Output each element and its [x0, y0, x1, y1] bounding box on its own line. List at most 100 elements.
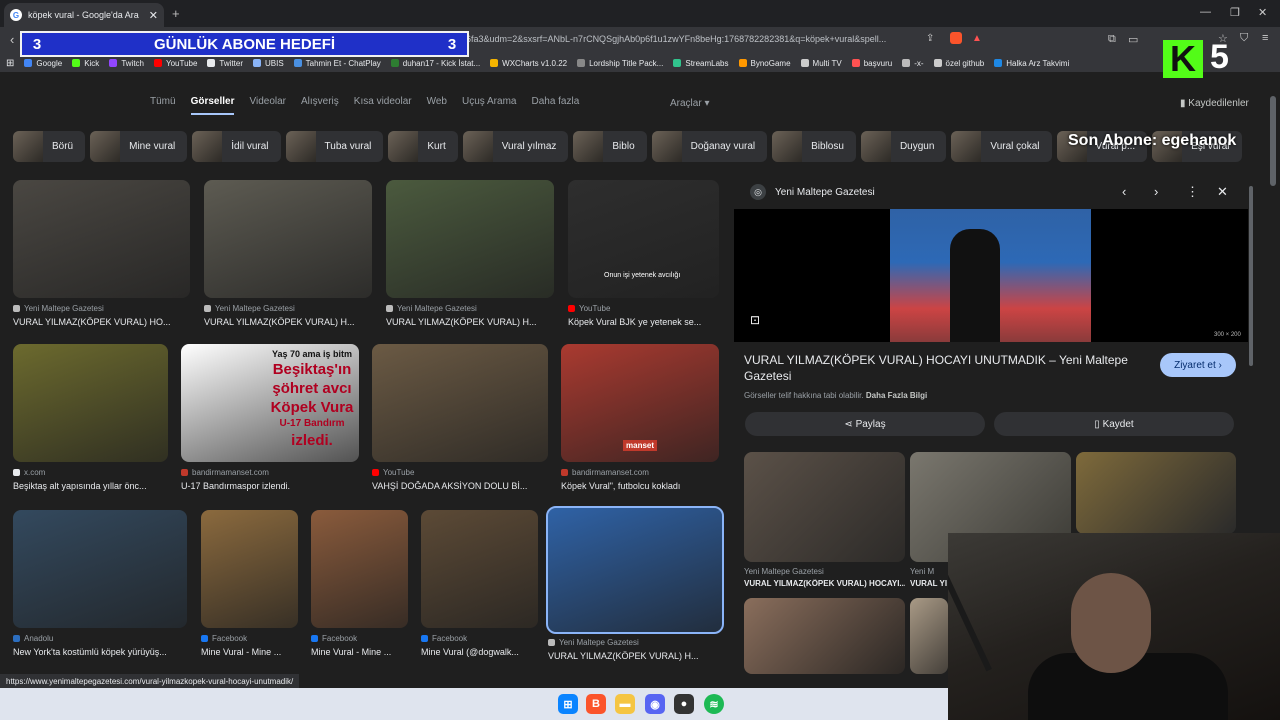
- image-result[interactable]: Yeni Maltepe Gazetesi VURAL YILMAZ(KÖPEK …: [13, 180, 190, 327]
- result-thumbnail[interactable]: [546, 506, 724, 634]
- close-window-icon[interactable]: ✕: [1258, 6, 1267, 19]
- obs-icon[interactable]: ●: [674, 694, 694, 714]
- vpn-shield-icon[interactable]: ⛉: [1240, 32, 1248, 45]
- panel-title[interactable]: VURAL YILMAZ(KÖPEK VURAL) HOCAYI UNUTMAD…: [744, 352, 1144, 384]
- preview-image[interactable]: [890, 209, 1091, 342]
- related-chip[interactable]: Vural çokal: [951, 131, 1052, 162]
- related-chip[interactable]: Biblosu: [772, 131, 856, 162]
- file-explorer-icon[interactable]: ▬: [615, 694, 635, 714]
- bookmark-item[interactable]: UBIS: [252, 59, 284, 68]
- search-tab[interactable]: Web: [427, 96, 447, 115]
- image-result[interactable]: Yaş 70 ama iş bitm Beşiktaş'ın şöhret avcı…: [181, 344, 359, 491]
- sidebar-icon[interactable]: ▭: [1128, 33, 1138, 46]
- more-options-icon[interactable]: ⋮: [1186, 184, 1199, 200]
- search-tab[interactable]: Alışveriş: [301, 96, 339, 115]
- brave-shield-icon[interactable]: [950, 32, 962, 44]
- bookmark-item[interactable]: Google: [24, 59, 62, 68]
- result-title[interactable]: New York'ta kostümlü köpek yürüyüş...: [13, 647, 187, 657]
- panel-source[interactable]: ◎ Yeni Maltepe Gazetesi: [750, 184, 875, 200]
- search-tab[interactable]: Daha fazla: [531, 96, 579, 115]
- result-thumbnail[interactable]: [204, 180, 372, 298]
- bookmark-item[interactable]: Halka Arz Takvimi: [994, 59, 1069, 68]
- related-chip[interactable]: Börü: [13, 131, 86, 162]
- related-chip[interactable]: Duygun: [860, 131, 947, 162]
- image-result[interactable]: Facebook Mine Vural (@dogwalk...: [421, 510, 538, 657]
- related-image[interactable]: Yeni Maltepe Gazetesi VURAL YILMAZ(KÖPEK…: [744, 452, 905, 588]
- bookmark-item[interactable]: -x-: [902, 59, 924, 68]
- result-title[interactable]: VURAL YILMAZ(KÖPEK VURAL) HO...: [13, 317, 190, 327]
- image-result[interactable]: Facebook Mine Vural - Mine ...: [311, 510, 408, 657]
- result-thumbnail[interactable]: Yaş 70 ama iş bitm Beşiktaş'ın şöhret avcı…: [181, 344, 359, 462]
- extensions-icon[interactable]: ⧉: [1108, 33, 1116, 46]
- bookmark-item[interactable]: BynoGame: [738, 59, 791, 68]
- image-result[interactable]: Facebook Mine Vural - Mine ...: [201, 510, 298, 657]
- related-image[interactable]: [744, 598, 905, 674]
- image-result[interactable]: Yeni Maltepe Gazetesi VURAL YILMAZ(KÖPEK …: [204, 180, 372, 327]
- new-tab-button[interactable]: +: [172, 6, 180, 21]
- minimize-icon[interactable]: —: [1200, 6, 1211, 18]
- share-url-icon[interactable]: ⇪: [926, 33, 934, 44]
- result-thumbnail[interactable]: [311, 510, 408, 628]
- image-result[interactable]: YouTube VAHŞİ DOĞADA AKSİYON DOLU Bİ...: [372, 344, 548, 491]
- result-title[interactable]: VURAL YILMAZ(KÖPEK VURAL) H...: [204, 317, 372, 327]
- result-thumbnail[interactable]: [13, 180, 190, 298]
- bookmark-item[interactable]: StreamLabs: [673, 59, 729, 68]
- result-title[interactable]: VURAL YILMAZ(KÖPEK VURAL) H...: [548, 651, 722, 661]
- panel-scrollbar[interactable]: [1249, 186, 1253, 366]
- address-field[interactable]: 6fa3&udm=2&sxsrf=ANbL-n7rCNQSgjhAb0p6f1u…: [466, 34, 916, 44]
- bookmark-item[interactable]: Kick: [72, 59, 99, 68]
- save-button[interactable]: ▯ Kaydet: [994, 412, 1234, 436]
- bookmark-item[interactable]: başvuru: [851, 59, 892, 68]
- image-result[interactable]: manset bandirmamanset.com Köpek Vural", fu…: [561, 344, 719, 491]
- bookmark-item[interactable]: duhan17 - Kick İstat...: [390, 59, 480, 68]
- more-info-link[interactable]: Daha Fazla Bilgi: [866, 391, 927, 400]
- saved-link[interactable]: ▮ Kaydedilenler: [1180, 98, 1249, 109]
- image-result[interactable]: Yeni Maltepe Gazetesi VURAL YILMAZ(KÖPEK …: [386, 180, 554, 327]
- restore-icon[interactable]: ❐: [1230, 6, 1240, 19]
- result-title[interactable]: Mine Vural (@dogwalk...: [421, 647, 538, 657]
- related-image[interactable]: [910, 598, 948, 674]
- close-panel-icon[interactable]: ✕: [1217, 184, 1228, 200]
- close-tab-icon[interactable]: ✕: [149, 9, 158, 22]
- visit-button[interactable]: Ziyaret et ›: [1160, 353, 1236, 377]
- result-thumbnail[interactable]: [13, 344, 168, 462]
- related-chip[interactable]: Tuba vural: [285, 131, 384, 162]
- image-result[interactable]: x.com Beşiktaş alt yapısında yıllar önc..…: [13, 344, 168, 491]
- result-thumbnail[interactable]: [386, 180, 554, 298]
- related-chip[interactable]: Biblo: [573, 131, 647, 162]
- start-icon[interactable]: ⊞: [558, 694, 578, 714]
- result-title[interactable]: Beşiktaş alt yapısında yıllar önc...: [13, 481, 168, 491]
- image-result[interactable]: Anadolu New York'ta kostümlü köpek yürüyü…: [13, 510, 187, 657]
- related-image[interactable]: [1076, 452, 1236, 534]
- related-chip[interactable]: İdil vural: [192, 131, 281, 162]
- lens-search-icon[interactable]: ⊡: [750, 313, 760, 327]
- result-title[interactable]: Mine Vural - Mine ...: [311, 647, 408, 657]
- bookmark-item[interactable]: Tahmin Et - ChatPlay: [293, 59, 381, 68]
- menu-icon[interactable]: ≡: [1262, 32, 1268, 44]
- result-thumbnail[interactable]: manset: [561, 344, 719, 462]
- bookmark-item[interactable]: WXCharts v1.0.22: [490, 59, 567, 68]
- browser-tab[interactable]: G köpek vural - Google'da Ara ✕: [4, 3, 164, 27]
- result-title[interactable]: U-17 Bandırmaspor izlendi.: [181, 481, 359, 491]
- bookmark-item[interactable]: özel github: [933, 59, 984, 68]
- related-chip[interactable]: Doğanay vural: [651, 131, 768, 162]
- search-tab[interactable]: Kısa videolar: [354, 96, 412, 115]
- result-title[interactable]: Köpek Vural BJK ye yetenek se...: [568, 317, 719, 327]
- result-title[interactable]: Mine Vural - Mine ...: [201, 647, 298, 657]
- spotify-icon[interactable]: ≋: [704, 694, 724, 714]
- apps-grid-icon[interactable]: ⊞: [6, 58, 14, 69]
- result-title[interactable]: VURAL YILMAZ(KÖPEK VURAL) H...: [386, 317, 554, 327]
- tools-menu[interactable]: Araçlar ▾: [670, 98, 710, 109]
- search-tab[interactable]: Uçuş Arama: [462, 96, 516, 115]
- back-icon[interactable]: ‹: [10, 32, 14, 47]
- next-image-icon[interactable]: ›: [1154, 184, 1158, 199]
- related-chip[interactable]: Mine vural: [90, 131, 188, 162]
- bookmark-item[interactable]: Twitter: [207, 59, 243, 68]
- result-title[interactable]: Köpek Vural", futbolcu kokladı: [561, 481, 719, 491]
- search-tab[interactable]: Videolar: [249, 96, 286, 115]
- share-button[interactable]: ⋖ Paylaş: [745, 412, 985, 436]
- related-chip[interactable]: Kurt: [388, 131, 458, 162]
- result-title[interactable]: VAHŞİ DOĞADA AKSİYON DOLU Bİ...: [372, 481, 548, 491]
- search-tab[interactable]: Görseller: [190, 96, 235, 115]
- result-thumbnail[interactable]: [13, 510, 187, 628]
